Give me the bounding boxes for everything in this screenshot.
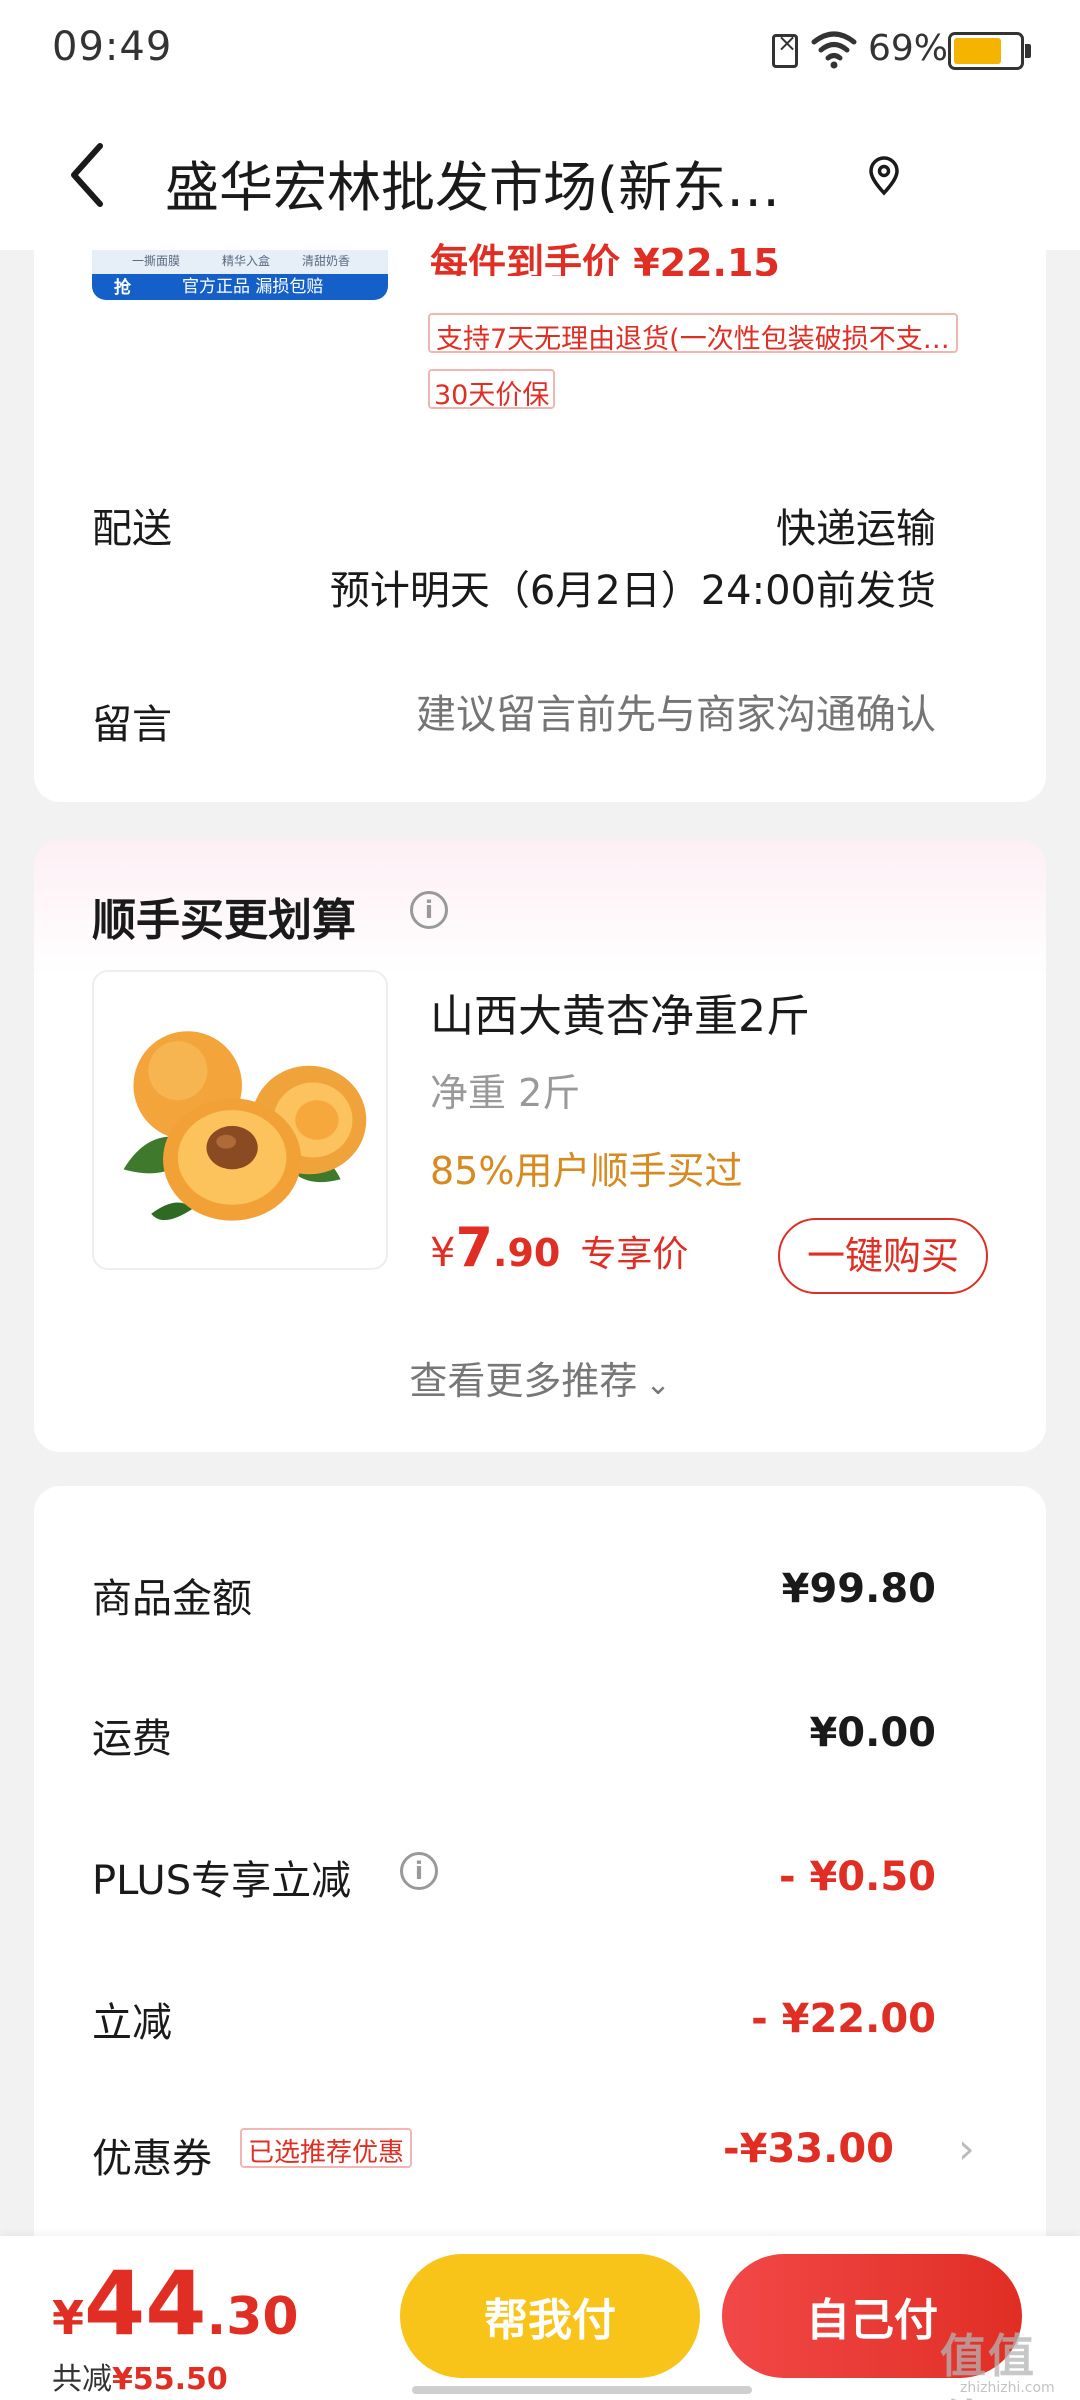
product-name[interactable]: 山西大黄杏净重2斤 (430, 980, 810, 1044)
thumb-band-text: 官方正品 漏损包赔 (182, 277, 324, 297)
message-label: 留言 (92, 702, 172, 748)
battery-percent: 69% (868, 28, 949, 69)
more-recommendations-link[interactable]: 查看更多推荐 ⌄ (0, 1350, 1080, 1405)
delivery-label: 配送 (92, 506, 172, 552)
home-indicator[interactable] (412, 2386, 752, 2394)
subtotal-value: ¥99.80 (781, 1566, 936, 1612)
info-icon[interactable]: i (400, 1852, 438, 1890)
order-item-thumbnail[interactable]: 一撕面膜 精华入盒 清甜奶香 抢 官方正品 漏损包赔 (92, 250, 388, 300)
info-icon[interactable]: i (410, 891, 448, 929)
chevron-right-icon[interactable]: › (958, 2124, 975, 2173)
one-click-buy-button[interactable]: 一键购买 (778, 1218, 988, 1294)
shipping-label: 运费 (92, 1716, 172, 1762)
battery-icon (948, 32, 1031, 70)
apricot-product-image[interactable] (92, 970, 388, 1270)
coupon-badge: 已选推荐优惠 (240, 2128, 413, 2168)
item-unit-price: 每件到手价 ¥22.15 (430, 241, 780, 276)
location-pin-icon[interactable] (866, 156, 902, 196)
shipping-value: ¥0.00 (809, 1710, 936, 1756)
plus-discount-value: - ¥0.50 (778, 1854, 936, 1900)
thumb-badge: 抢 (114, 278, 131, 298)
product-popularity: 85%用户顺手买过 (430, 1149, 743, 1193)
watermark-url: zhizhizhi.com (960, 2380, 1055, 2396)
delivery-method: 快递运输 (776, 506, 936, 552)
chevron-down-icon: ⌄ (645, 1367, 671, 1402)
delivery-eta: 预计明天（6月2日）24:00前发货 (329, 568, 936, 614)
return-policy-tag: 支持7天无理由退货(一次性包装破损不支… (428, 313, 958, 355)
price-protection-tag: 30天价保 (428, 369, 556, 411)
total-saved: 共减¥55.50 (52, 2362, 228, 2397)
thumb-text-2: 精华入盒 (222, 254, 271, 268)
subtotal-label: 商品金额 (92, 1576, 252, 1622)
coupon-value[interactable]: -¥33.00 (723, 2126, 894, 2172)
coupon-label[interactable]: 优惠券 (92, 2126, 212, 2184)
instant-discount-value: - ¥22.00 (751, 1996, 936, 2042)
no-sim-icon (772, 29, 798, 68)
status-time: 09:49 (52, 24, 173, 70)
bundle-title: 顺手买更划算 (92, 895, 356, 946)
product-spec: 净重 2斤 (430, 1071, 581, 1115)
plus-discount-label: PLUS专享立减 (92, 1858, 352, 1904)
message-input[interactable] (336, 692, 936, 738)
thumb-text-3: 清甜奶香 (302, 254, 351, 268)
total-price: ¥44.30 (52, 2252, 299, 2355)
product-price: ¥7.90 专享价 (430, 1216, 689, 1279)
pay-for-me-button[interactable]: 帮我付 (400, 2254, 700, 2378)
back-arrow-icon[interactable] (64, 140, 112, 210)
wifi-icon (811, 31, 857, 69)
page-title: 盛华宏林批发市场(新东… (165, 156, 781, 219)
instant-discount-label: 立减 (92, 2000, 172, 2046)
thumb-text-1: 一撕面膜 (132, 254, 181, 268)
